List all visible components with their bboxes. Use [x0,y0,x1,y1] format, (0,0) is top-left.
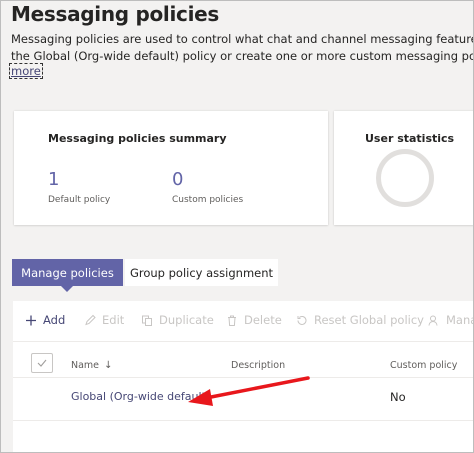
column-header-name[interactable]: Name ↓ [71,360,112,371]
reset-label: Reset Global policy [314,313,424,327]
tab-manage-policies[interactable]: Manage policies [12,259,123,292]
user-statistics-donut [376,149,434,207]
annotation-arrow [188,376,310,406]
column-header-custom-policy[interactable]: Custom policy [390,360,457,371]
toolbar-divider [13,341,474,342]
person-icon [428,315,438,326]
edit-label: Edit [102,313,125,327]
summary-card-title: Messaging policies summary [48,132,227,145]
column-header-name-label: Name [71,360,100,371]
custom-policy-value: No [390,390,406,404]
page-title: Messaging policies [11,2,220,26]
copy-icon [142,315,152,326]
page-description-line-1: Messaging policies are used to control w… [11,32,474,46]
custom-policy-label: Custom policies [172,195,244,205]
checkmark-icon [37,359,47,367]
select-all-checkbox[interactable] [31,353,53,373]
default-policy-count: 1 [48,169,60,190]
summary-card: Messaging policies summary 1 Default pol… [14,111,328,225]
user-statistics-title: User statistics [365,132,455,145]
custom-policy-count: 0 [172,169,184,190]
trash-icon [228,315,236,326]
reset-icon [297,315,307,325]
learn-more-link[interactable]: more [9,63,43,79]
manage-users-label: Mana [446,313,474,327]
reset-global-policy-button[interactable]: Reset Global policy [296,313,424,327]
default-policy-label: Default policy [48,195,111,205]
add-button[interactable]: Add [25,313,65,327]
manage-users-button[interactable]: Mana [428,313,474,327]
page-description-line-2: the Global (Org-wide default) policy or … [11,49,474,63]
add-label: Add [43,313,66,327]
duplicate-label: Duplicate [159,313,214,327]
page-description: Messaging policies are used to control w… [11,31,474,65]
row-divider [13,420,474,421]
toolbar: Add Edit Duplicate Delete Reset Global p… [13,301,474,341]
column-header-description[interactable]: Description [231,360,285,371]
plus-icon [26,315,36,325]
pencil-icon [85,314,96,325]
sort-descending-icon: ↓ [104,360,113,371]
delete-label: Delete [244,313,282,327]
user-statistics-card: User statistics [334,111,474,225]
delete-button[interactable]: Delete [226,313,282,327]
tab-group-policy-assignment[interactable]: Group policy assignment [125,259,278,286]
duplicate-button[interactable]: Duplicate [141,313,214,327]
edit-button[interactable]: Edit [84,313,124,327]
